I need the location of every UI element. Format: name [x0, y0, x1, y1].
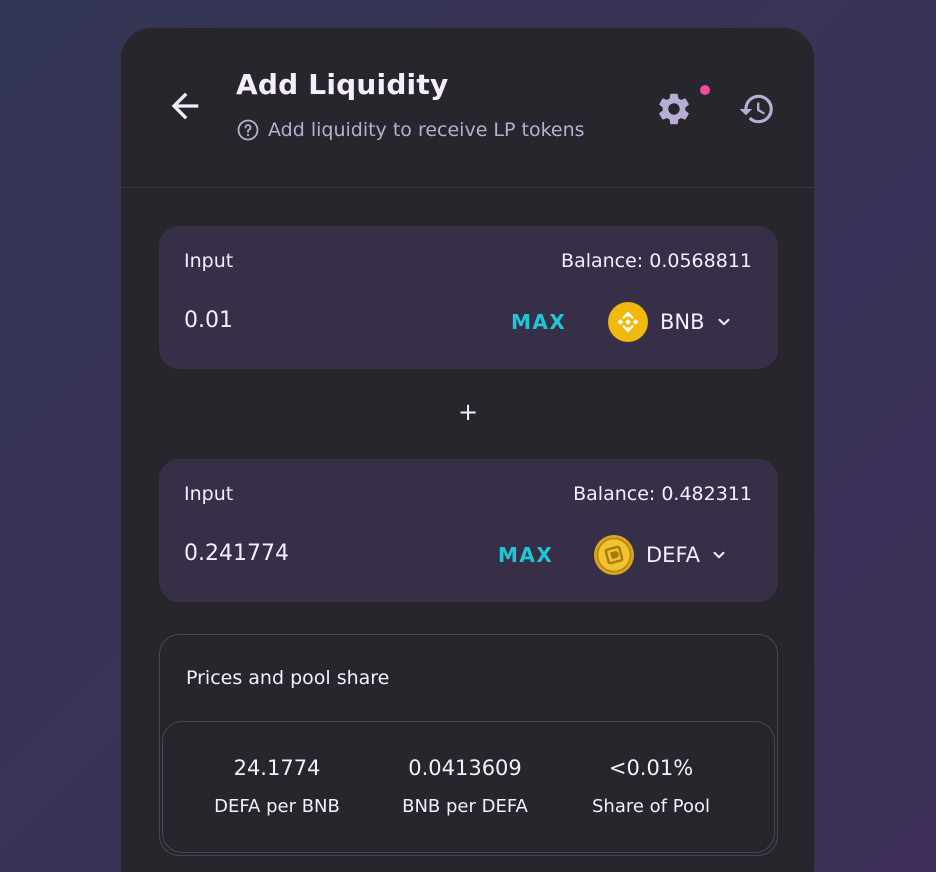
balance-text: Balance: 0.482311 [573, 483, 752, 505]
chevron-down-icon [718, 318, 730, 326]
input-label: Input [184, 483, 234, 505]
amount-input-bnb[interactable] [184, 308, 424, 333]
stat-value: 24.1774 [233, 756, 321, 780]
balance-text: Balance: 0.0568811 [561, 250, 752, 272]
max-button-defa[interactable]: MAX [498, 543, 553, 567]
subtitle-text: Add liquidity to receive LP tokens [268, 119, 585, 141]
help-circle-icon[interactable] [236, 118, 260, 142]
stat-value: <0.01% [608, 756, 694, 780]
stat-bnb-per-defa: 0.0413609 BNB per DEFA [365, 756, 565, 817]
input-label: Input [184, 250, 234, 272]
defa-token-icon [594, 535, 634, 575]
token-symbol: BNB [660, 310, 705, 334]
chevron-down-icon [713, 551, 725, 559]
stat-value: 0.0413609 [408, 756, 522, 780]
settings-notification-dot [698, 83, 712, 97]
history-icon[interactable] [738, 90, 776, 128]
stat-share-of-pool: <0.01% Share of Pool [551, 756, 751, 817]
card-header: Add Liquidity Add liquidity to receive L… [121, 28, 814, 188]
token-select-bnb[interactable]: BNB [608, 302, 733, 342]
page-subtitle: Add liquidity to receive LP tokens [236, 118, 585, 142]
token-input-panel-bnb: Input Balance: 0.0568811 MAX BNB [159, 226, 778, 369]
page-title: Add Liquidity [236, 68, 449, 101]
stat-defa-per-bnb: 24.1774 DEFA per BNB [177, 756, 377, 817]
prices-pool-share-box: Prices and pool share 24.1774 DEFA per B… [159, 634, 778, 856]
token-symbol: DEFA [646, 543, 700, 567]
pool-title: Prices and pool share [186, 667, 390, 689]
back-arrow-icon[interactable] [165, 86, 205, 126]
stat-label: BNB per DEFA [402, 796, 528, 817]
pool-stats-panel: 24.1774 DEFA per BNB 0.0413609 BNB per D… [162, 721, 775, 853]
settings-gear-icon[interactable] [655, 90, 693, 128]
stat-label: Share of Pool [592, 796, 710, 817]
amount-input-defa[interactable] [184, 541, 424, 566]
stat-label: DEFA per BNB [214, 796, 340, 817]
token-input-panel-defa: Input Balance: 0.482311 MAX DEFA [159, 459, 778, 602]
plus-separator: + [457, 398, 479, 426]
token-select-defa[interactable]: DEFA [594, 535, 728, 575]
bnb-token-icon [608, 302, 648, 342]
add-liquidity-card: Add Liquidity Add liquidity to receive L… [120, 27, 815, 872]
max-button-bnb[interactable]: MAX [511, 310, 566, 334]
